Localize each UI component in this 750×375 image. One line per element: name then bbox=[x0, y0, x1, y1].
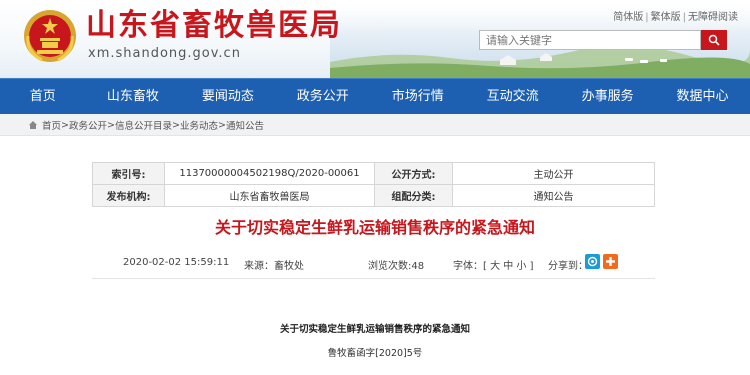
category-value: 通知公告 bbox=[452, 184, 655, 207]
category-label: 组配分类: bbox=[374, 184, 453, 207]
breadcrumb-bar: 首页 > 政务公开 > 信息公开目录 > 业务动态 > 通知公告 bbox=[0, 114, 750, 136]
site-header: 山东省畜牧兽医局 xm.shandong.gov.cn 简体版 | 繁体版 | 无障碍阅… bbox=[0, 0, 750, 78]
public-method-value: 主动公开 bbox=[452, 162, 655, 185]
traditional-link[interactable]: 繁体版 bbox=[651, 12, 681, 23]
breadcrumb: 首页 > 政务公开 > 信息公开目录 > 业务动态 > 通知公告 bbox=[28, 118, 264, 132]
document-info-table: 索引号: 11370000004502198Q/2020-00061 公开方式:… bbox=[92, 162, 655, 207]
language-links: 简体版 | 繁体版 | 无障碍阅读 bbox=[613, 12, 738, 23]
nav-item-news[interactable]: 要闻动态 bbox=[180, 79, 275, 114]
breadcrumb-business-news[interactable]: 业务动态 bbox=[180, 118, 218, 132]
accessibility-link[interactable]: 无障碍阅读 bbox=[688, 12, 738, 23]
publisher-label: 发布机构: bbox=[92, 184, 165, 207]
public-method-label: 公开方式: bbox=[374, 162, 453, 185]
site-title: 山东省畜牧兽医局 bbox=[86, 8, 342, 43]
table-row: 发布机构: 山东省畜牧兽医局 组配分类: 通知公告 bbox=[92, 184, 655, 207]
qzone-share-icon[interactable] bbox=[585, 254, 600, 269]
search-box bbox=[479, 30, 727, 50]
search-button[interactable] bbox=[701, 30, 727, 50]
plus-icon bbox=[606, 257, 615, 266]
divider bbox=[92, 278, 655, 279]
simplified-link[interactable]: 简体版 bbox=[613, 12, 643, 23]
nav-item-shandong-livestock[interactable]: 山东畜牧 bbox=[85, 79, 180, 114]
nav-item-services[interactable]: 办事服务 bbox=[560, 79, 655, 114]
breadcrumb-government-affairs[interactable]: 政务公开 bbox=[69, 118, 107, 132]
nav-item-data-center[interactable]: 数据中心 bbox=[655, 79, 750, 114]
qzone-icon bbox=[587, 256, 598, 267]
search-input[interactable] bbox=[479, 30, 701, 50]
document-number: 鲁牧畜函字[2020]5号 bbox=[327, 348, 423, 359]
index-label: 索引号: bbox=[92, 162, 165, 185]
breadcrumb-info-catalog[interactable]: 信息公开目录 bbox=[115, 118, 172, 132]
search-icon bbox=[708, 34, 720, 46]
breadcrumb-home[interactable]: 首页 bbox=[42, 118, 61, 132]
index-value: 11370000004502198Q/2020-00061 bbox=[164, 162, 375, 185]
national-emblem-icon bbox=[24, 10, 76, 62]
page-title: 关于切实稳定生鲜乳运输销售秩序的紧急通知 bbox=[214, 218, 535, 237]
main-nav: 首页 山东畜牧 要闻动态 政务公开 市场行情 互动交流 办事服务 数据中心 bbox=[0, 78, 750, 114]
nav-item-government-affairs[interactable]: 政务公开 bbox=[275, 79, 370, 114]
breadcrumb-notices[interactable]: 通知公告 bbox=[226, 118, 264, 132]
font-size-switcher[interactable]: 字体：[ 大 中 小 ] bbox=[453, 257, 534, 272]
source-text: 来源：畜牧处 bbox=[244, 261, 304, 272]
share-label: 分享到： bbox=[548, 261, 588, 272]
view-count: 浏览次数:48 bbox=[368, 261, 425, 272]
more-share-icon[interactable] bbox=[603, 254, 618, 269]
site-domain: xm.shandong.gov.cn bbox=[88, 46, 241, 61]
nav-item-home[interactable]: 首页 bbox=[0, 79, 85, 114]
home-icon bbox=[29, 121, 37, 129]
nav-item-market[interactable]: 市场行情 bbox=[370, 79, 465, 114]
table-row: 索引号: 11370000004502198Q/2020-00061 公开方式:… bbox=[92, 162, 655, 185]
share-icons bbox=[585, 254, 618, 269]
publish-date: 2020-02-02 15:59:11 bbox=[123, 257, 230, 268]
nav-item-interaction[interactable]: 互动交流 bbox=[465, 79, 560, 114]
body-title: 关于切实稳定生鲜乳运输销售秩序的紧急通知 bbox=[279, 324, 470, 335]
publisher-value: 山东省畜牧兽医局 bbox=[164, 184, 375, 207]
